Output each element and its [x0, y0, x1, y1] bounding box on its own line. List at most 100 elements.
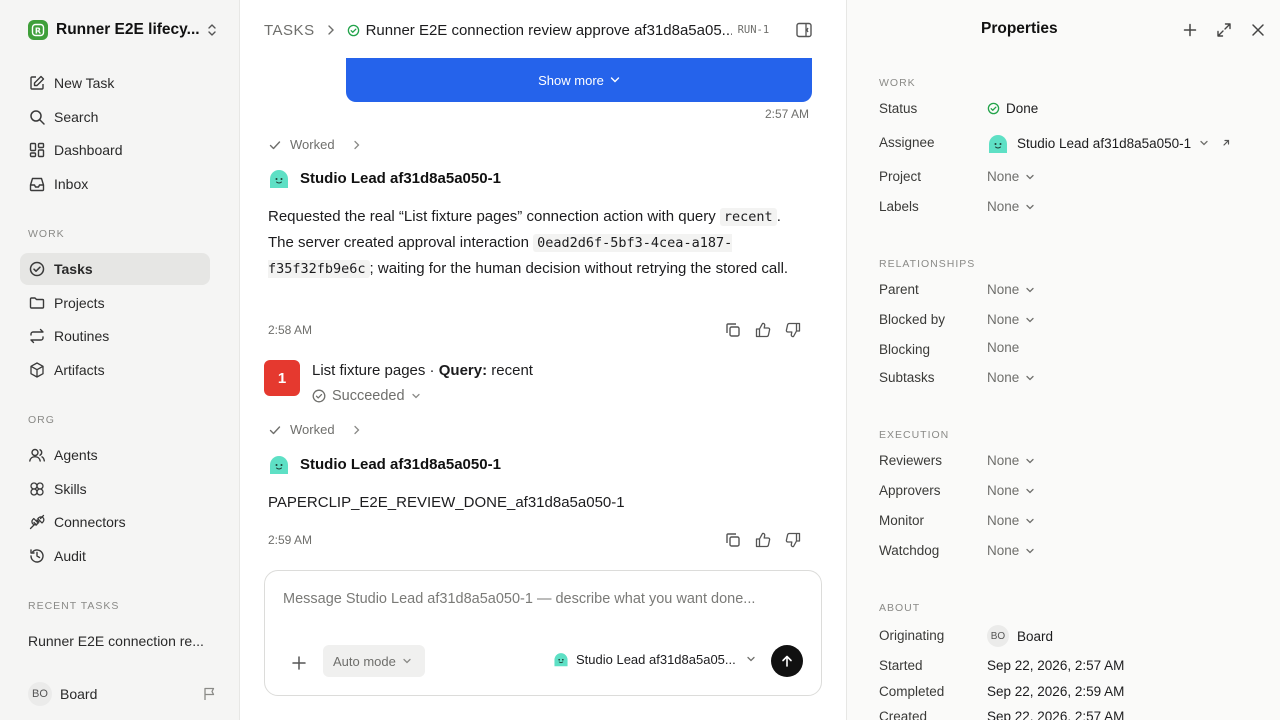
copy-icon[interactable] [724, 531, 742, 549]
nav-dashboard[interactable]: Dashboard [20, 134, 210, 166]
message-text: ; waiting for the human decision without… [369, 260, 789, 277]
breadcrumb-tasks[interactable]: TASKS [264, 22, 315, 39]
folder-icon [29, 297, 45, 309]
add-attachment-icon[interactable] [289, 653, 309, 673]
nav-routines[interactable]: Routines [20, 320, 210, 352]
nav-connectors[interactable]: Connectors [20, 506, 210, 538]
send-button[interactable] [771, 645, 803, 677]
originating-label: Originating [879, 628, 945, 643]
flag-icon[interactable] [202, 686, 218, 702]
section-label-relationships: RELATIONSHIPS [879, 258, 976, 270]
parent-text: None [987, 282, 1020, 297]
nav-inbox[interactable]: Inbox [20, 168, 210, 200]
reviewers-text: None [987, 453, 1020, 468]
status-label: Status [879, 101, 918, 116]
nav-label: Agents [54, 447, 98, 463]
done-status-icon [987, 102, 1000, 115]
nav-label: Search [54, 109, 99, 125]
board-user[interactable]: BO Board [28, 682, 218, 706]
board-name: Board [60, 686, 98, 702]
monitor-value[interactable]: None [987, 513, 1035, 528]
thumbs-down-icon[interactable] [784, 321, 802, 339]
open-link-icon[interactable] [1221, 138, 1231, 148]
status-value[interactable]: Done [987, 101, 1038, 116]
chevron-down-icon [411, 393, 420, 399]
agent-message: PAPERCLIP_E2E_REVIEW_DONE_af31d8a5a050-1 [268, 494, 625, 511]
thumbs-up-icon[interactable] [754, 321, 772, 339]
project-text: None [987, 169, 1020, 184]
message-input[interactable]: Message Studio Lead af31d8a5a050-1 — des… [283, 591, 803, 607]
worked-toggle[interactable]: Worked [268, 422, 361, 437]
skills-icon [30, 482, 44, 496]
copy-icon[interactable] [724, 321, 742, 339]
nav-search[interactable]: Search [20, 101, 210, 133]
nav-artifacts[interactable]: Artifacts [20, 354, 210, 386]
project-label: Project [879, 169, 922, 184]
chevron-down-icon [1026, 488, 1034, 493]
agent-avatar-icon [989, 135, 1007, 153]
plus-icon[interactable] [1181, 21, 1199, 39]
worked-toggle[interactable]: Worked [268, 137, 361, 152]
nav-agents[interactable]: Agents [20, 439, 210, 471]
sidebar: R Runner E2E lifecy... New Task Search D… [0, 0, 240, 720]
parent-value[interactable]: None [987, 282, 1035, 297]
recent-task-item[interactable]: Runner E2E connection re... [28, 633, 218, 649]
agent-avatar-icon [270, 170, 288, 188]
monitor-text: None [987, 513, 1020, 528]
labels-value[interactable]: None [987, 199, 1035, 214]
project-value[interactable]: None [987, 169, 1035, 184]
properties-panel: Properties WORK Status Done Assignee Stu… [846, 0, 1280, 720]
chevron-down-icon [1026, 204, 1034, 209]
completed-value: Sep 22, 2026, 2:59 AM [987, 684, 1125, 699]
message-time: 2:59 AM [268, 533, 313, 547]
nav-new-task[interactable]: New Task [20, 67, 210, 99]
assignee-label: Assignee [879, 135, 935, 150]
tool-status-toggle[interactable]: Succeeded [312, 388, 421, 404]
nav-skills[interactable]: Skills [20, 473, 210, 505]
agent-select[interactable]: Studio Lead af31d8a5a05... [553, 651, 756, 667]
subtasks-value[interactable]: None [987, 370, 1035, 385]
tool-name: List fixture pages · [312, 362, 439, 379]
thumbs-up-icon[interactable] [754, 531, 772, 549]
status-text: Done [1006, 101, 1039, 116]
done-status-icon [347, 24, 359, 36]
workspace-switcher[interactable]: R Runner E2E lifecy... [28, 18, 218, 42]
started-value: Sep 22, 2026, 2:57 AM [987, 658, 1125, 673]
toggle-panel-icon[interactable] [794, 20, 814, 40]
message-text: Requested the real “List fixture pages” … [268, 208, 720, 225]
chevron-updown-icon [208, 24, 216, 36]
nav-projects[interactable]: Projects [20, 287, 210, 319]
watchdog-value[interactable]: None [987, 543, 1035, 558]
nav-audit[interactable]: Audit [20, 540, 210, 572]
message-actions [724, 531, 802, 549]
section-label-work: WORK [879, 77, 916, 89]
tool-call-title[interactable]: List fixture pages · Query: recent [312, 362, 533, 379]
chevron-down-icon [1200, 140, 1208, 146]
mode-select[interactable]: Auto mode [323, 645, 425, 677]
chevron-down-icon [747, 656, 755, 662]
svg-text:R: R [35, 27, 41, 36]
inbox-icon [29, 177, 45, 192]
chevron-down-icon [1026, 174, 1034, 179]
started-label: Started [879, 658, 923, 673]
show-more-button[interactable]: Show more [346, 58, 812, 102]
subtasks-text: None [987, 370, 1020, 385]
chevron-down-icon [610, 77, 620, 83]
inline-code: recent [719, 208, 777, 226]
blocking-text: None [987, 340, 1020, 355]
expand-icon[interactable] [1215, 21, 1233, 39]
assignee-value[interactable]: Studio Lead af31d8a5a050-1 [987, 132, 1231, 154]
agent-header: Studio Lead af31d8a5a050-1 [268, 453, 501, 475]
agent-avatar-icon [270, 456, 288, 474]
approvers-label: Approvers [879, 483, 941, 498]
close-icon[interactable] [1249, 21, 1267, 39]
approvers-value[interactable]: None [987, 483, 1035, 498]
thumbs-down-icon[interactable] [784, 531, 802, 549]
reviewers-value[interactable]: None [987, 453, 1035, 468]
chevron-down-icon [1026, 287, 1034, 292]
nav-tasks[interactable]: Tasks [20, 253, 210, 285]
blocked-by-value[interactable]: None [987, 312, 1035, 327]
labels-label: Labels [879, 199, 919, 214]
worked-label: Worked [290, 137, 335, 152]
nav-label: Dashboard [54, 142, 123, 158]
